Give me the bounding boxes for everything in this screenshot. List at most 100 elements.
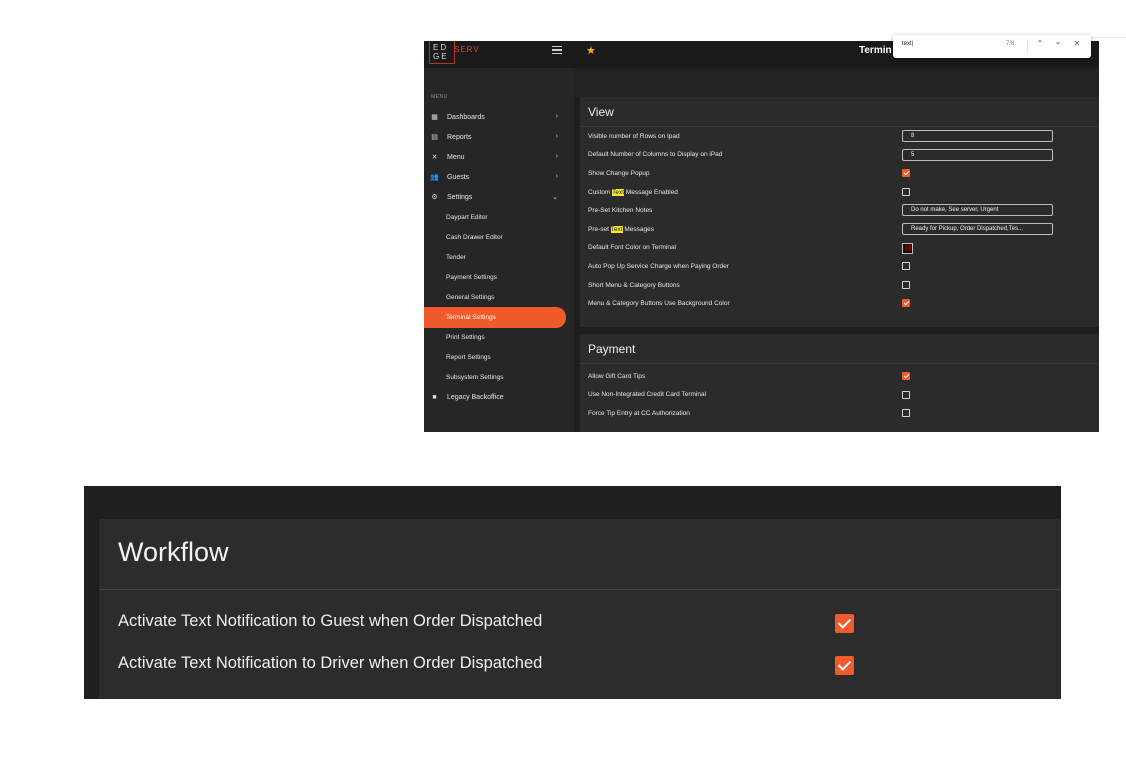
sidebar-subitem-tender[interactable]: Tender <box>424 247 574 267</box>
sidebar-item-label: Reports <box>447 133 472 141</box>
setting-row: Menu & Category Buttons Use Background C… <box>580 294 1099 313</box>
setting-row: Short Menu & Category Buttons <box>580 276 1099 295</box>
auto-service-charge-checkbox[interactable] <box>902 262 910 271</box>
color-swatch <box>904 245 911 252</box>
sidebar-subitem-daypart-editor[interactable]: Daypart Editor <box>424 207 574 227</box>
brand-bar: ED GE SERV <box>424 41 574 68</box>
setting-label: Activate Text Notification to Driver whe… <box>118 654 543 672</box>
chevron-right-icon: › <box>555 133 558 140</box>
setting-label: Activate Text Notification to Guest when… <box>118 612 543 630</box>
buttons-background-color-checkbox[interactable] <box>902 299 910 308</box>
setting-row: Force Tip Entry at CC Authorization <box>580 404 1099 423</box>
chevron-right-icon: › <box>555 153 558 160</box>
payment-section: Payment Allow Gift Card Tips Use Non-Int… <box>580 334 1099 432</box>
sidebar: ED GE SERV MENU ▦ Dashboards › ▤ Reports… <box>424 41 574 432</box>
sidebar-item-settings[interactable]: ⚙ Settings ⌄ <box>424 187 574 207</box>
section-title: Payment <box>580 334 1099 364</box>
main-content: ★ Termin View Visible number of Rows on … <box>574 41 1099 432</box>
custom-text-message-checkbox[interactable] <box>902 187 910 196</box>
setting-label: Show Change Popup <box>588 169 650 177</box>
sidebar-item-guests[interactable]: 👥 Guests › <box>424 167 574 187</box>
font-color-picker[interactable] <box>902 242 913 254</box>
sidebar-subitem-terminal-settings[interactable]: Terminal Settings <box>424 307 566 328</box>
section-title: Workflow <box>118 537 229 567</box>
find-divider <box>1027 40 1028 52</box>
chevron-right-icon: › <box>555 173 558 180</box>
guest-text-notification-checkbox[interactable] <box>835 614 854 633</box>
setting-row: Pre-Set Kitchen Notes Do not make, See s… <box>580 201 1099 220</box>
close-icon[interactable]: ✕ <box>1072 39 1082 48</box>
setting-row: Auto Pop Up Service Charge when Paying O… <box>580 257 1099 276</box>
sidebar-item-menu[interactable]: ✕ Menu › <box>424 147 574 167</box>
workflow-zoom: Workflow Activate Text Notification to G… <box>84 486 1061 699</box>
sidebar-item-label: Settings <box>447 193 473 201</box>
setting-label: Default Number of Columns to Display on … <box>588 151 723 159</box>
show-change-popup-checkbox[interactable] <box>902 169 910 178</box>
setting-row: Custom Text Message Enabled <box>580 183 1099 202</box>
preset-text-messages-input[interactable]: Ready for Pickup, Order Dispatched,Tes..… <box>902 222 1053 235</box>
sidebar-subitem-payment-settings[interactable]: Payment Settings <box>424 267 574 287</box>
chevron-right-icon: › <box>555 113 558 120</box>
visible-rows-input[interactable]: 8 <box>902 130 1053 142</box>
setting-row: Show Change Popup <box>580 164 1099 183</box>
setting-label: Auto Pop Up Service Charge when Paying O… <box>588 262 729 270</box>
chevron-up-icon[interactable]: ⌃ <box>1035 39 1045 48</box>
sidebar-item-legacy-backoffice[interactable]: ■ Legacy Backoffice <box>424 388 574 408</box>
page-title: Termin <box>859 45 892 56</box>
setting-label: Default Font Color on Terminal <box>588 244 677 252</box>
short-menu-buttons-checkbox[interactable] <box>902 280 910 289</box>
sidebar-item-reports[interactable]: ▤ Reports › <box>424 127 574 147</box>
find-input[interactable]: text| <box>902 41 913 47</box>
sidebar-nav: ▦ Dashboards › ▤ Reports › ✕ Menu › 👥 Gu… <box>424 107 574 408</box>
setting-label: Custom Text Message Enabled <box>588 188 678 196</box>
hamburger-menu-icon[interactable] <box>552 46 562 54</box>
sidebar-item-dashboards[interactable]: ▦ Dashboards › <box>424 107 574 127</box>
utensils-icon: ✕ <box>431 154 438 161</box>
toolbar-strip <box>574 68 1099 97</box>
setting-row: Default Font Color on Terminal <box>580 239 1099 258</box>
setting-label: Pre-Set Kitchen Notes <box>588 207 653 215</box>
view-section: View Visible number of Rows on Ipad 8 De… <box>580 97 1099 327</box>
driver-text-notification-checkbox[interactable] <box>835 656 854 675</box>
sidebar-subitem-cash-drawer-editor[interactable]: Cash Drawer Editor <box>424 227 574 247</box>
setting-row: Visible number of Rows on Ipad 8 <box>580 127 1099 146</box>
users-icon: 👥 <box>430 174 439 181</box>
find-bar: text| 7/8 ⌃ ⌄ ✕ <box>893 35 1091 58</box>
section-title: View <box>580 97 1099 127</box>
logo[interactable]: ED GE <box>429 41 455 64</box>
sidebar-subitem-print-settings[interactable]: Print Settings <box>424 328 574 348</box>
section-header: Workflow <box>99 519 1061 590</box>
setting-label: Short Menu & Category Buttons <box>588 281 680 289</box>
setting-row: Use Non-Integrated Credit Card Terminal <box>580 386 1099 405</box>
chevron-down-icon[interactable]: ⌄ <box>1053 37 1063 46</box>
sidebar-item-label: Guests <box>447 173 470 181</box>
sidebar-item-label: Menu <box>447 153 465 161</box>
setting-label: Use Non-Integrated Credit Card Terminal <box>588 391 707 399</box>
gear-icon: ⚙ <box>431 194 438 201</box>
briefcase-icon: ■ <box>432 394 437 402</box>
sidebar-item-label: Legacy Backoffice <box>447 394 504 402</box>
setting-label: Allow Gift Card Tips <box>588 372 646 380</box>
sidebar-subitem-report-settings[interactable]: Report Settings <box>424 348 574 368</box>
dashboard-icon: ▦ <box>431 114 438 121</box>
setting-label: Menu & Category Buttons Use Background C… <box>588 300 730 308</box>
setting-label: Force Tip Entry at CC Authorization <box>588 409 690 417</box>
setting-row: Allow Gift Card Tips <box>580 367 1099 386</box>
kitchen-notes-input[interactable]: Do not make, See server, Urgent <box>902 204 1053 217</box>
workflow-section: Workflow Activate Text Notification to G… <box>99 519 1061 699</box>
search-highlight: Text <box>610 225 623 233</box>
non-integrated-cc-checkbox[interactable] <box>902 390 910 399</box>
default-columns-input[interactable]: 5 <box>902 148 1053 161</box>
logo-suffix: SERV <box>454 45 480 54</box>
star-icon[interactable]: ★ <box>586 44 596 57</box>
sidebar-subitem-general-settings[interactable]: General Settings <box>424 287 574 307</box>
setting-label: Pre-set Text Messages <box>588 225 654 233</box>
force-tip-entry-checkbox[interactable] <box>902 409 910 418</box>
menu-caption: MENU <box>431 94 448 100</box>
gift-card-tips-checkbox[interactable] <box>902 372 910 380</box>
chevron-down-icon: ⌄ <box>552 194 558 201</box>
app-window: ED GE SERV MENU ▦ Dashboards › ▤ Reports… <box>424 41 1099 432</box>
sidebar-subitem-subsystem-settings[interactable]: Subsystem Settings <box>424 368 574 388</box>
setting-row: Default Number of Columns to Display on … <box>580 146 1099 165</box>
setting-row: Pre-set Text Messages Ready for Pickup, … <box>580 220 1099 239</box>
